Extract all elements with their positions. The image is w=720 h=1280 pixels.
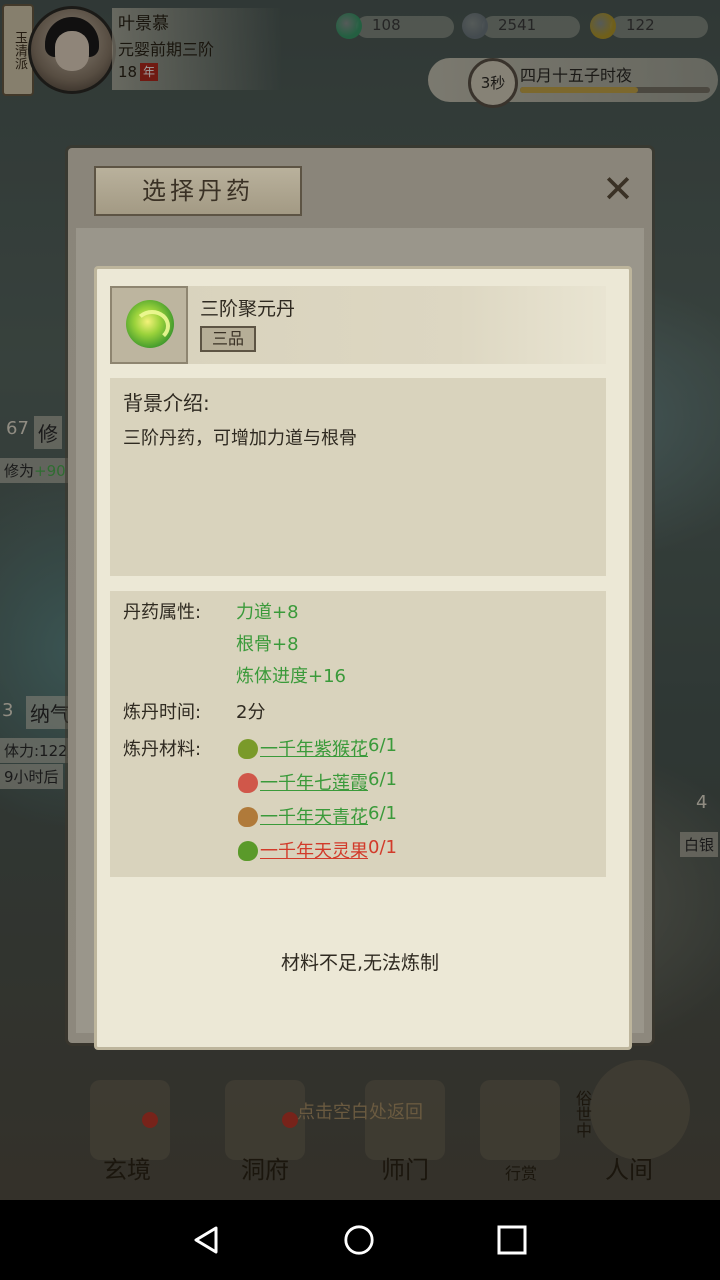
material-herb-icon bbox=[238, 739, 258, 759]
material-name[interactable]: 一千年天灵果 bbox=[260, 837, 368, 863]
back-icon[interactable] bbox=[190, 1224, 222, 1256]
material-count: 6/1 bbox=[368, 735, 397, 756]
system-navigation-bar bbox=[0, 1200, 720, 1280]
material-name[interactable]: 一千年紫猴花 bbox=[260, 735, 368, 761]
tap-to-return-hint: 点击空白处返回 bbox=[297, 1102, 423, 1123]
material-fruit-icon bbox=[238, 841, 258, 861]
background-label: 背景介绍: bbox=[123, 391, 210, 415]
properties-section bbox=[110, 591, 606, 877]
material-count: 6/1 bbox=[368, 803, 397, 824]
attribute-strength: 力道+8 bbox=[236, 602, 299, 623]
material-count: 6/1 bbox=[368, 769, 397, 790]
attributes-label: 丹药属性: bbox=[123, 602, 202, 623]
home-icon[interactable] bbox=[343, 1224, 375, 1256]
dialog-title: 选择丹药 bbox=[94, 166, 302, 216]
attribute-root-bone: 根骨+8 bbox=[236, 634, 299, 655]
pill-name: 三阶聚元丹 bbox=[200, 298, 296, 320]
materials-label: 炼丹材料: bbox=[123, 739, 202, 760]
refine-status-message: 材料不足,无法炼制 bbox=[280, 952, 440, 974]
recent-apps-icon[interactable] bbox=[496, 1224, 528, 1256]
refine-time-label: 炼丹时间: bbox=[123, 702, 202, 723]
refine-time-value: 2分 bbox=[236, 702, 266, 723]
material-count: 0/1 bbox=[368, 837, 397, 858]
attribute-body-progress: 炼体进度+16 bbox=[236, 666, 346, 687]
material-lotus-icon bbox=[238, 773, 258, 793]
material-name[interactable]: 一千年天青花 bbox=[260, 803, 368, 829]
background-description: 三阶丹药，可增加力道与根骨 bbox=[123, 428, 357, 449]
material-name[interactable]: 一千年七莲霞 bbox=[260, 769, 368, 795]
close-button[interactable]: ✕ bbox=[596, 168, 640, 212]
pill-grade-badge: 三品 bbox=[200, 326, 256, 352]
material-flower-icon bbox=[238, 807, 258, 827]
pill-swirl-icon bbox=[134, 310, 170, 342]
pill-icon-frame[interactable] bbox=[110, 286, 188, 364]
